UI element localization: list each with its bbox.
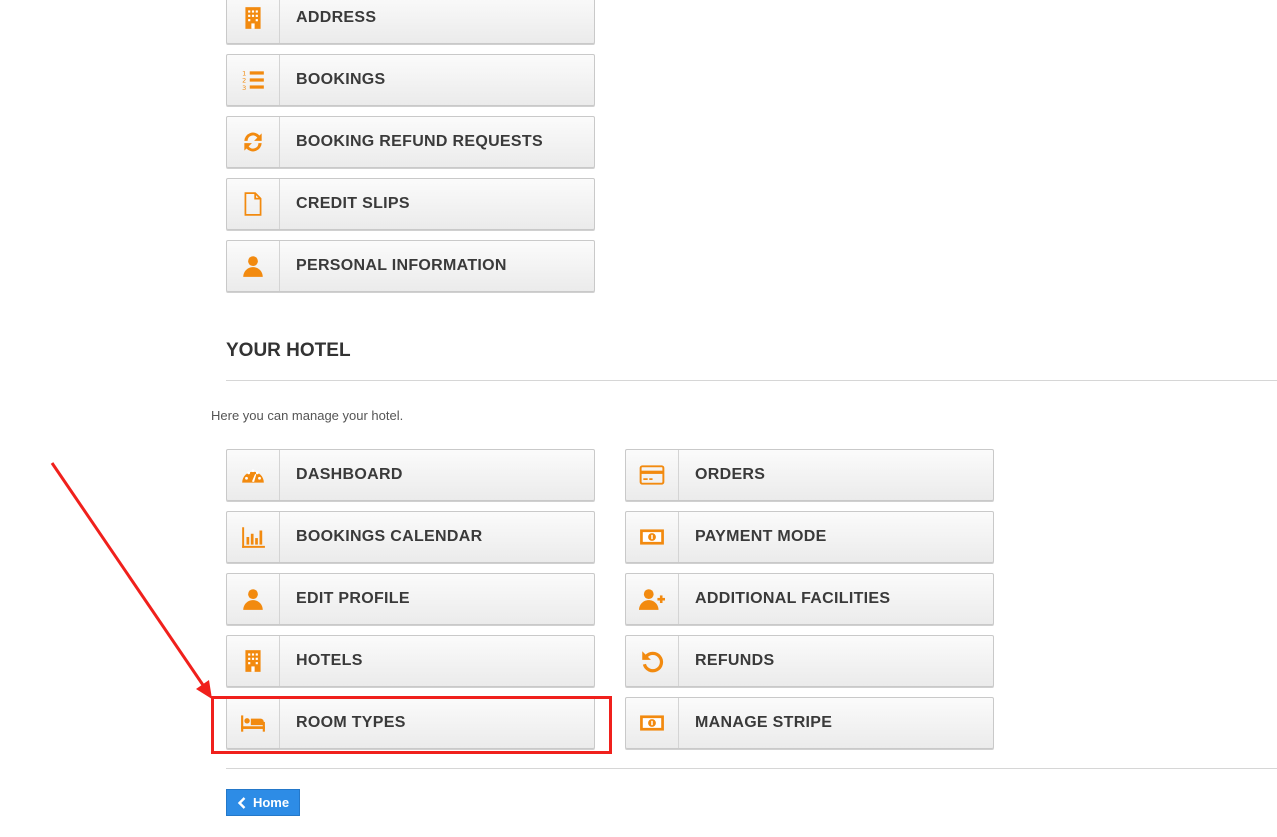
numbered-list-icon: 123 xyxy=(227,55,280,105)
building-icon xyxy=(227,636,280,686)
svg-text:3: 3 xyxy=(242,84,246,92)
personal-information-button[interactable]: PERSONAL INFORMATION xyxy=(226,240,595,292)
manage-stripe-label: MANAGE STRIPE xyxy=(695,714,833,731)
bar-chart-icon xyxy=(227,512,280,562)
section-description: Here you can manage your hotel. xyxy=(211,408,404,423)
manage-stripe-button[interactable]: MANAGE STRIPE xyxy=(625,697,994,749)
refunds-button[interactable]: REFUNDS xyxy=(625,635,994,687)
money-icon xyxy=(626,698,679,748)
payment-mode-button[interactable]: PAYMENT MODE xyxy=(625,511,994,563)
section-title: YOUR HOTEL xyxy=(226,340,351,361)
credit-slips-button[interactable]: CREDIT SLIPS xyxy=(226,178,595,230)
user-icon xyxy=(227,241,280,291)
building-icon xyxy=(227,0,280,43)
edit-profile-button[interactable]: EDIT PROFILE xyxy=(226,573,595,625)
money-icon xyxy=(626,512,679,562)
refresh-icon xyxy=(227,117,280,167)
user-icon xyxy=(227,574,280,624)
user-plus-icon xyxy=(626,574,679,624)
room-types-label: ROOM TYPES xyxy=(296,714,406,731)
bed-icon xyxy=(227,698,280,748)
credit-card-icon xyxy=(626,450,679,500)
refunds-label: REFUNDS xyxy=(695,652,775,669)
hotels-button[interactable]: HOTELS xyxy=(226,635,595,687)
file-icon xyxy=(227,179,280,229)
bookings-calendar-label: BOOKINGS CALENDAR xyxy=(296,528,483,545)
home-button[interactable]: Home xyxy=(226,789,300,816)
bookings-label: BOOKINGS xyxy=(296,71,386,88)
payment-mode-label: PAYMENT MODE xyxy=(695,528,827,545)
bookings-button[interactable]: 123 BOOKINGS xyxy=(226,54,595,106)
home-button-label: Home xyxy=(252,795,290,810)
credit-slips-label: CREDIT SLIPS xyxy=(296,195,410,212)
undo-icon xyxy=(626,636,679,686)
room-types-button[interactable]: ROOM TYPES xyxy=(226,697,595,749)
dashboard-label: DASHBOARD xyxy=(296,466,403,483)
dashboard-icon xyxy=(227,450,280,500)
personal-information-label: PERSONAL INFORMATION xyxy=(296,257,507,274)
additional-facilities-label: ADDITIONAL FACILITIES xyxy=(695,590,891,607)
bookings-calendar-button[interactable]: BOOKINGS CALENDAR xyxy=(226,511,595,563)
hotels-label: HOTELS xyxy=(296,652,363,669)
orders-button[interactable]: ORDERS xyxy=(625,449,994,501)
orders-label: ORDERS xyxy=(695,466,766,483)
edit-profile-label: EDIT PROFILE xyxy=(296,590,410,607)
address-button[interactable]: ADDRESS xyxy=(226,0,595,44)
address-label: ADDRESS xyxy=(296,9,377,26)
section-divider xyxy=(226,380,1277,381)
booking-refund-requests-button[interactable]: BOOKING REFUND REQUESTS xyxy=(226,116,595,168)
booking-refund-requests-label: BOOKING REFUND REQUESTS xyxy=(296,133,543,150)
footer-divider xyxy=(226,768,1277,769)
dashboard-button[interactable]: DASHBOARD xyxy=(226,449,595,501)
chevron-left-icon xyxy=(237,796,246,809)
additional-facilities-button[interactable]: ADDITIONAL FACILITIES xyxy=(625,573,994,625)
